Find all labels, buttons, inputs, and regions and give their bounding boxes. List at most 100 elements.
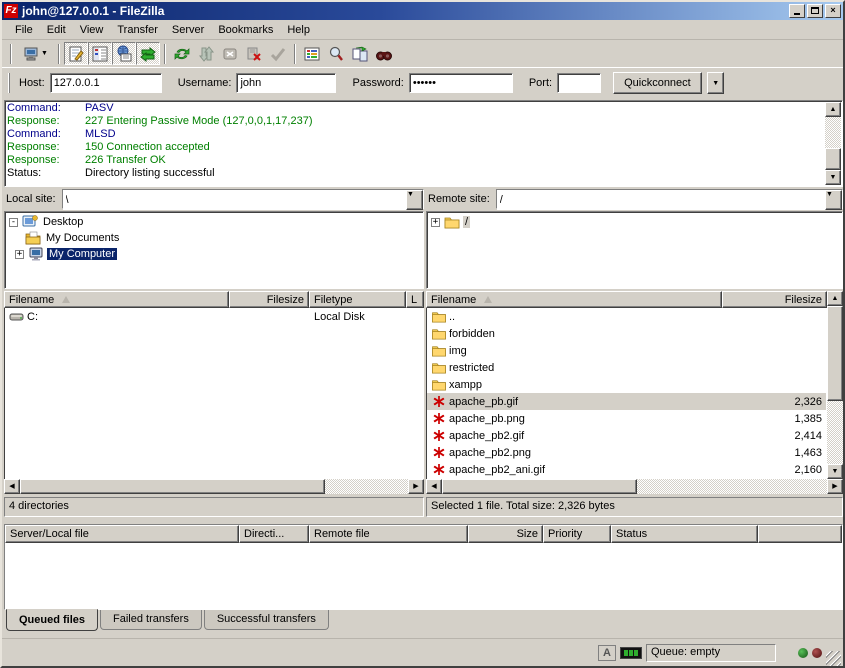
remote-file-list[interactable]: .. forbidden img restricted xampp apac	[426, 308, 827, 479]
quickconnect-button[interactable]: Quickconnect	[613, 72, 702, 94]
toggle-remote-treeview-button[interactable]	[112, 42, 136, 65]
file-row[interactable]: apache_pb2.gif 2,414	[427, 427, 826, 444]
remote-tree[interactable]: + /	[426, 211, 843, 289]
menu-bookmarks[interactable]: Bookmarks	[211, 22, 280, 38]
file-row[interactable]: restricted	[427, 359, 826, 376]
column-header-priority[interactable]: Priority	[543, 525, 611, 543]
file-row[interactable]: img	[427, 342, 826, 359]
column-header-server-local-file[interactable]: Server/Local file	[5, 525, 239, 543]
menu-help[interactable]: Help	[280, 22, 317, 38]
remote-horizontal-scrollbar[interactable]: ◀ ▶	[426, 479, 843, 494]
column-header-filetype[interactable]: Filetype	[309, 291, 406, 308]
file-row[interactable]: apache_pb2.png 1,463	[427, 444, 826, 461]
tab-queued-files[interactable]: Queued files	[6, 609, 98, 631]
column-header-filesize[interactable]: Filesize	[722, 291, 827, 308]
scrollbar-thumb[interactable]	[442, 479, 637, 494]
file-size: 1,385	[721, 413, 826, 425]
column-header-filesize[interactable]: Filesize	[229, 291, 309, 308]
remote-site-dropdown-button[interactable]: ▼	[825, 190, 842, 210]
tree-item-my-computer[interactable]: + My Computer	[5, 246, 423, 262]
disconnect-button[interactable]	[242, 42, 266, 65]
port-input[interactable]	[557, 73, 601, 93]
local-tree[interactable]: - Desktop My Documents +	[4, 211, 424, 289]
local-site-dropdown-button[interactable]: ▼	[406, 190, 423, 210]
tab-failed-transfers[interactable]: Failed transfers	[100, 610, 202, 630]
scrollbar-thumb[interactable]	[825, 148, 841, 170]
log-scrollbar[interactable]: ▲ ▼	[825, 102, 841, 185]
local-horizontal-scrollbar[interactable]: ◀ ▶	[4, 479, 424, 494]
toggle-message-log-button[interactable]	[64, 42, 88, 65]
scroll-right-icon[interactable]: ▶	[408, 479, 424, 494]
local-site-combo[interactable]: ▼	[62, 189, 424, 209]
collapse-icon[interactable]: -	[9, 218, 18, 227]
menu-server[interactable]: Server	[165, 22, 211, 38]
close-button[interactable]: ×	[825, 4, 841, 18]
remote-site-input[interactable]	[497, 190, 825, 210]
refresh-button[interactable]	[170, 42, 194, 65]
file-row[interactable]: apache_pb2_ani.gif 2,160	[427, 461, 826, 478]
file-row[interactable]: xampp	[427, 376, 826, 393]
tree-item-root[interactable]: + /	[427, 214, 842, 230]
column-header-size[interactable]: Size	[468, 525, 543, 543]
menu-file[interactable]: File	[8, 22, 40, 38]
expand-icon[interactable]: +	[431, 218, 440, 227]
file-row[interactable]: C: Local Disk	[5, 308, 423, 325]
expand-icon[interactable]: +	[15, 250, 24, 259]
menu-edit[interactable]: Edit	[40, 22, 73, 38]
tree-item-desktop[interactable]: - Desktop	[5, 214, 423, 230]
column-header-lastmodified[interactable]: L	[406, 291, 424, 308]
column-header-remote-file[interactable]: Remote file	[309, 525, 468, 543]
title-bar[interactable]: Fz john@127.0.0.1 - FileZilla ×	[2, 2, 843, 20]
local-site-input[interactable]	[63, 190, 406, 210]
column-header-status[interactable]: Status	[611, 525, 758, 543]
file-row[interactable]: ..	[427, 308, 826, 325]
scroll-down-icon[interactable]: ▼	[825, 170, 841, 185]
tree-item-my-documents[interactable]: My Documents	[5, 230, 423, 246]
speed-limits-icon[interactable]	[620, 647, 642, 659]
scroll-up-icon[interactable]: ▲	[825, 102, 841, 117]
scrollbar-thumb[interactable]	[20, 479, 325, 494]
local-site-row: Local site: ▼	[4, 189, 424, 209]
site-manager-button[interactable]: ▼	[16, 42, 54, 65]
scroll-left-icon[interactable]: ◀	[4, 479, 20, 494]
scrollbar-thumb[interactable]	[827, 306, 843, 401]
menu-view[interactable]: View	[73, 22, 111, 38]
username-input[interactable]	[236, 73, 336, 93]
chevron-down-icon: ▼	[712, 80, 719, 87]
tab-successful-transfers[interactable]: Successful transfers	[204, 610, 329, 630]
file-row[interactable]: forbidden	[427, 325, 826, 342]
queue-list[interactable]	[5, 543, 842, 609]
quickconnect-dropdown-button[interactable]: ▼	[707, 72, 724, 94]
local-file-list[interactable]: C: Local Disk	[4, 308, 424, 479]
resize-grip[interactable]	[826, 651, 841, 666]
file-row-selected[interactable]: apache_pb.gif 2,326	[427, 393, 826, 410]
scroll-right-icon[interactable]: ▶	[827, 479, 843, 494]
filter-button[interactable]	[300, 42, 324, 65]
reconnect-button[interactable]	[266, 42, 290, 65]
scroll-left-icon[interactable]: ◀	[426, 479, 442, 494]
remote-vertical-scrollbar[interactable]: ▲ ▼	[827, 291, 843, 479]
column-header-filename[interactable]: Filename	[4, 291, 229, 308]
host-input[interactable]	[50, 73, 162, 93]
process-queue-button[interactable]	[194, 42, 218, 65]
directory-comparison-button[interactable]	[348, 42, 372, 65]
scroll-down-icon[interactable]: ▼	[827, 464, 843, 479]
transfer-type-indicator-icon[interactable]: A	[598, 645, 616, 661]
password-input[interactable]	[409, 73, 513, 93]
toggle-transfer-queue-button[interactable]	[136, 42, 160, 65]
scroll-up-icon[interactable]: ▲	[827, 291, 843, 306]
message-log[interactable]: Command:PASV Response:227 Entering Passi…	[4, 100, 843, 187]
folder-icon	[431, 344, 447, 357]
remote-site-combo[interactable]: ▼	[496, 189, 843, 209]
folder-icon	[431, 361, 447, 374]
maximize-button[interactable]	[807, 4, 823, 18]
cancel-operation-button[interactable]	[218, 42, 242, 65]
column-header-filename[interactable]: Filename	[426, 291, 722, 308]
file-row[interactable]: apache_pb.png 1,385	[427, 410, 826, 427]
toggle-local-treeview-button[interactable]	[88, 42, 112, 65]
synchronized-browsing-button[interactable]	[372, 42, 396, 65]
menu-transfer[interactable]: Transfer	[110, 22, 165, 38]
minimize-button[interactable]	[789, 4, 805, 18]
column-header-direction[interactable]: Directi...	[239, 525, 309, 543]
find-files-button[interactable]	[324, 42, 348, 65]
